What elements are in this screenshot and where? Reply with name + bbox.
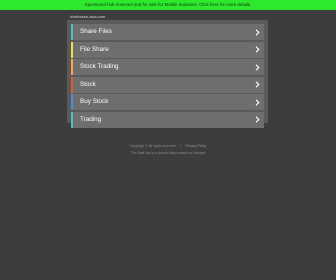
chevron-right-icon [255,28,260,36]
link-stock-trading[interactable]: Stock Trading [71,59,264,75]
chevron-right-icon [255,98,260,106]
link-buy-stock[interactable]: Buy Stock [71,94,264,110]
buy-link[interactable]: Buy [170,151,176,155]
link-label: Trading [80,115,102,123]
disclaimer-suffix: contact us Lifestyle [176,151,206,155]
footer-separator: | [180,144,182,148]
link-label: Stock [80,80,96,88]
copyright-text: Copyright © All rights reserved. [129,144,177,148]
link-label: Share Files [80,28,112,35]
footer-line-1: Copyright © All rights reserved. | Priva… [0,144,336,148]
sale-notice-text[interactable]: Sponsored hub reserved and for sale for … [85,2,252,7]
related-links-list: Share Files File Share Stock Trading Sto… [71,24,264,129]
disclaimer-prefix: The Sale link is a domain [130,151,169,155]
chevron-right-icon [255,63,260,71]
link-file-share[interactable]: File Share [71,41,264,58]
link-label: Buy Stock [80,98,109,105]
link-stock[interactable]: Stock [71,76,264,93]
link-share-files[interactable]: Share Files [71,24,264,40]
chevron-right-icon [255,46,260,53]
link-label: File Share [80,45,109,53]
chevron-right-icon [255,81,260,88]
sale-notice-bar[interactable]: Sponsored hub reserved and for sale for … [0,0,336,10]
link-label: Stock Trading [80,63,119,70]
link-trading[interactable]: Trading [71,111,264,128]
chevron-right-icon [255,116,260,123]
footer-line-2: The Sale link is a domain Buy contact us… [0,151,336,155]
privacy-policy-link[interactable]: Privacy Policy [185,144,206,148]
